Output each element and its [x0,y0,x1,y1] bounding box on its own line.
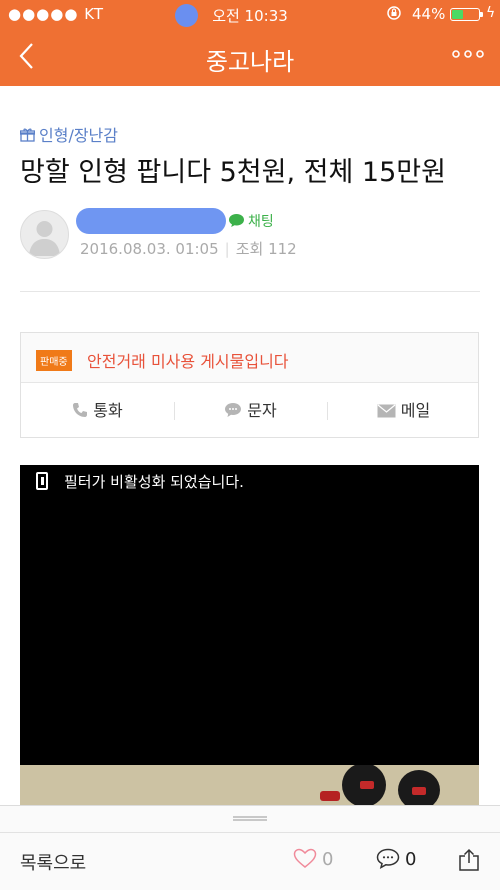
status-bar: ●●●●● KT 오전 10:33 44% ϟ [0,0,500,30]
contact-actions: 통화 문자 메일 [21,383,478,438]
sms-button[interactable]: 문자 [174,383,327,438]
status-badge: 판매중 [36,350,72,371]
call-label: 통화 [93,401,123,420]
view-count: 조회 112 [235,240,297,258]
author-avatar[interactable] [20,210,69,259]
post-title: 망할 인형 팝니다 5천원, 전체 15만원 [20,157,446,188]
battery-level [452,10,463,19]
mail-icon [377,404,396,418]
photo-detail [412,787,426,795]
more-button[interactable] [452,44,484,65]
battery-tip [480,12,483,17]
more-dots-icon [452,50,484,58]
chat-label: 채팅 [248,214,274,230]
share-icon [459,848,479,871]
chat-button[interactable]: 채팅 [228,211,274,231]
default-avatar-icon [29,221,60,256]
message-icon [225,403,242,417]
phone-icon [73,403,88,417]
divider [0,832,500,833]
battery-percent: 44% [412,5,446,23]
author-name-redacted[interactable] [76,208,226,234]
share-button[interactable] [458,848,480,876]
photo-detail [360,781,374,789]
comment-button[interactable]: 0 [376,848,416,870]
media-viewer[interactable]: 필터가 비활성화 되었습니다. [20,465,479,765]
sms-label: 문자 [247,401,277,420]
photo-detail [320,791,340,801]
category-link[interactable]: 인형/장난감 [20,122,118,146]
filter-notice: 필터가 비활성화 되었습니다. [64,473,244,491]
drag-handle[interactable] [233,816,267,821]
sale-status-row: 판매중 안전거래 미사용 게시물입니다 [21,333,478,383]
bottom-toolbar: 목록으로 0 0 [0,805,500,890]
like-button[interactable]: 0 [293,848,333,870]
comment-count: 0 [405,849,417,870]
post-meta: 2016.08.03. 01:05 | 조회 112 [80,238,297,259]
charging-bolt-icon: ϟ [486,5,496,21]
divider [20,291,480,292]
call-button[interactable]: 통화 [21,383,174,438]
page-title: 중고나라 [205,48,295,76]
back-to-list-button[interactable]: 목록으로 [20,849,86,875]
chat-bubble-icon [229,214,244,227]
product-photo[interactable] [20,765,479,805]
category-label: 인형/장난감 [39,126,118,145]
safe-trade-notice: 안전거래 미사용 게시물입니다 [87,352,289,371]
mail-label: 메일 [400,401,431,420]
like-count: 0 [322,849,334,870]
app-header: ●●●●● KT 오전 10:33 44% ϟ 중고나라 [0,0,500,86]
comment-icon [376,848,400,870]
rotation-lock-icon [386,5,402,25]
filter-icon [36,472,48,490]
sale-info-box: 판매중 안전거래 미사용 게시물입니다 통화 문자 메일 [20,332,479,438]
gift-icon [20,128,35,142]
post-date: 2016.08.03. 01:05 [80,240,219,258]
meta-separator: | [224,240,230,258]
mail-button[interactable]: 메일 [327,383,480,438]
battery-icon [450,8,483,21]
heart-icon [293,848,317,868]
